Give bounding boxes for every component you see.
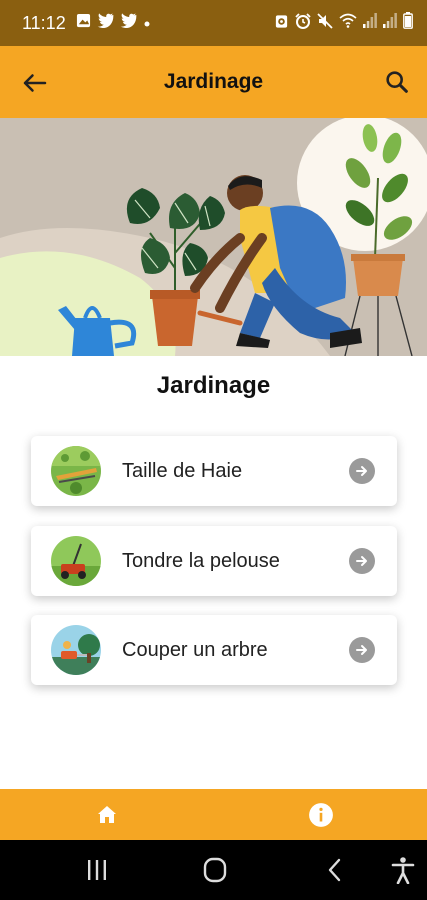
- list-item-label: Couper un arbre: [122, 638, 268, 661]
- recents-icon[interactable]: [82, 856, 112, 884]
- list-item-label: Taille de Haie: [122, 459, 243, 482]
- mute-icon: [317, 12, 333, 34]
- signal-icon: [363, 13, 377, 33]
- status-bar-left: 11:12: [22, 13, 151, 34]
- battery-icon: [403, 12, 413, 34]
- page-title: Jardinage: [163, 70, 264, 93]
- status-bar-right: [274, 12, 413, 34]
- lawn-mower-thumbnail: [51, 536, 101, 586]
- accessibility-icon[interactable]: [388, 856, 418, 885]
- search-icon[interactable]: [383, 68, 411, 96]
- alarm-clock-icon: [295, 12, 311, 34]
- status-time: 11:12: [22, 12, 66, 33]
- hedge-trimming-thumbnail: [51, 446, 101, 496]
- image-icon: [76, 13, 91, 33]
- tree-cutting-thumbnail: [51, 625, 101, 675]
- info-icon[interactable]: [308, 802, 334, 828]
- arrow-right-circle-icon[interactable]: [349, 548, 375, 574]
- home-circle-icon[interactable]: [200, 856, 230, 884]
- arrow-right-circle-icon[interactable]: [349, 637, 375, 663]
- system-navigation-bar: [0, 840, 427, 900]
- arrow-right-circle-icon[interactable]: [349, 458, 375, 484]
- list-item-hedge-trimming[interactable]: Taille de Haie: [31, 436, 397, 506]
- alarm-icon: [274, 13, 289, 34]
- list-item-lawn-mowing[interactable]: Tondre la pelouse: [31, 526, 397, 596]
- twitter-icon: [97, 13, 114, 33]
- bottom-nav: [0, 789, 427, 840]
- wifi-icon: [339, 13, 357, 33]
- twitter-icon: [120, 13, 137, 33]
- dot-icon: [143, 13, 151, 33]
- status-bar: 11:12: [0, 0, 427, 46]
- back-chevron-icon[interactable]: [320, 856, 350, 884]
- section-title: Jardinage: [156, 372, 271, 399]
- list-item-label: Tondre la pelouse: [122, 549, 280, 572]
- signal-icon: [383, 13, 397, 33]
- app-bar: Jardinage: [0, 46, 427, 118]
- home-icon[interactable]: [95, 803, 119, 827]
- hero-illustration: [0, 118, 427, 356]
- list-item-tree-cutting[interactable]: Couper un arbre: [31, 615, 397, 685]
- arrow-left-icon[interactable]: [20, 68, 50, 98]
